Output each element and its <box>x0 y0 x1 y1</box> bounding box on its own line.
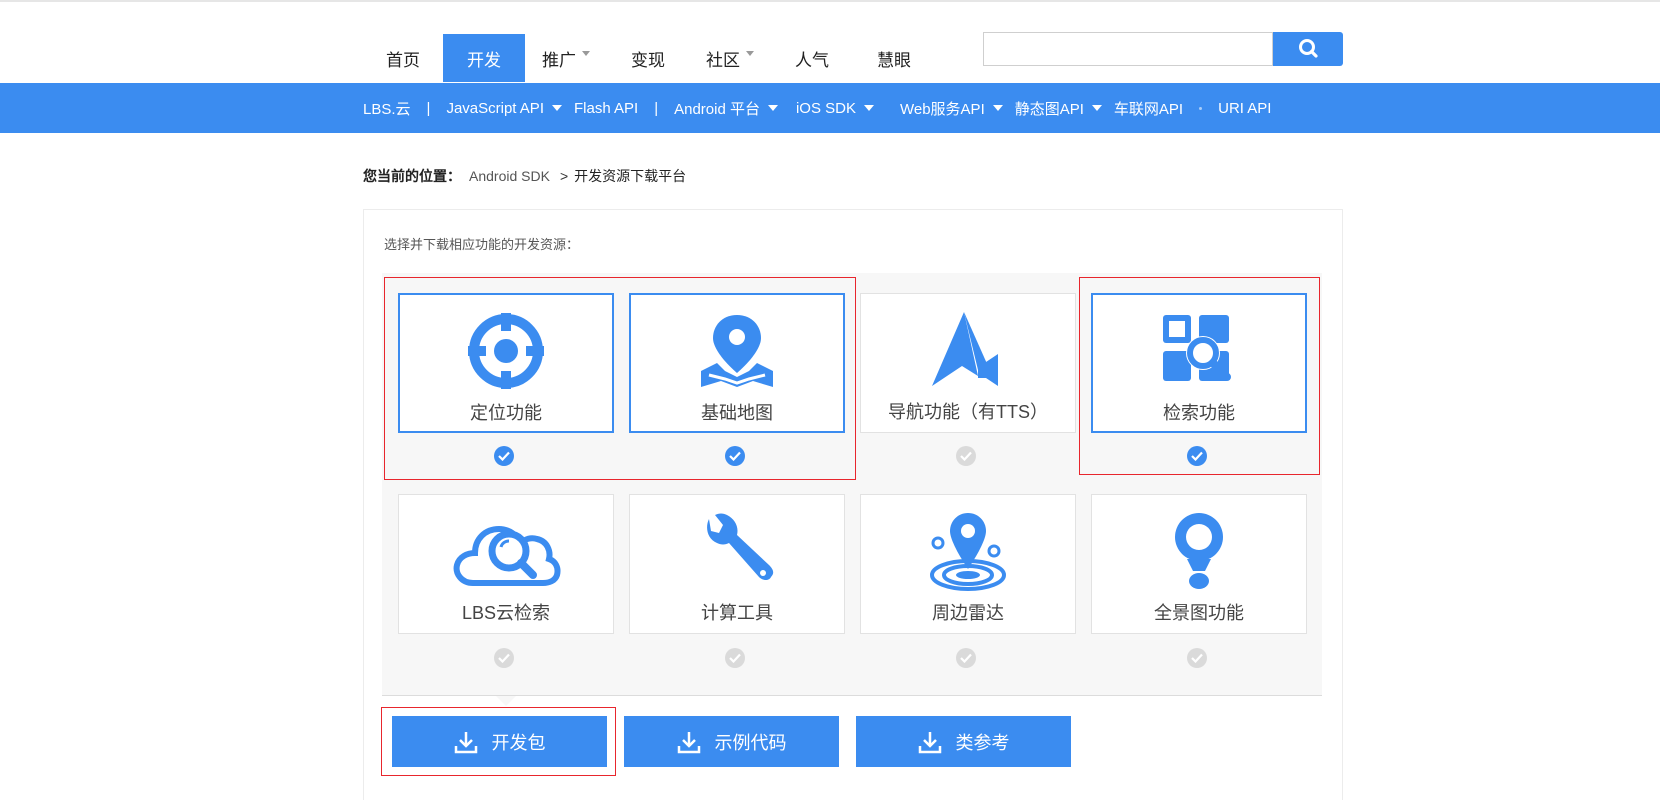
check-icon <box>960 451 972 461</box>
download-icon <box>677 731 700 753</box>
nav-item-insight[interactable]: 慧眼 <box>853 34 935 82</box>
breadcrumb-label: 您当前的位置： <box>363 168 461 184</box>
chevron-down-icon <box>746 50 754 56</box>
search-grid-icon <box>1163 315 1231 381</box>
nav-item-monetize[interactable]: 变现 <box>607 34 689 82</box>
feature-label: 定位功能 <box>470 403 542 423</box>
nav-item-develop[interactable]: 开发 <box>443 34 525 82</box>
chevron-down-icon <box>551 105 562 111</box>
subnav-separator: | <box>654 99 659 117</box>
navigation-arrow-icon <box>932 312 998 386</box>
map-pin-icon <box>701 315 773 387</box>
check-icon <box>960 653 972 663</box>
feature-card-lbs-cloud-search[interactable]: LBS云检索 <box>398 494 614 634</box>
chevron-down-icon <box>863 105 874 111</box>
feature-label: 基础地图 <box>701 403 773 423</box>
feature-card-panorama[interactable]: 全景图功能 <box>1091 494 1307 634</box>
download-class-reference-label: 类参考 <box>955 732 1010 753</box>
feature-card-search[interactable]: 检索功能 <box>1091 293 1307 433</box>
sub-nav-bar: LBS.云 | JavaScript API Flash API | Andro… <box>0 83 1660 133</box>
chevron-down-icon <box>582 50 590 56</box>
feature-card-navigation[interactable]: 导航功能（有TTS） <box>860 293 1076 433</box>
download-icon <box>918 731 941 753</box>
nav-item-popularity[interactable]: 人气 <box>771 34 853 82</box>
download-sdk-button[interactable]: 开发包 <box>392 716 607 767</box>
feature-check-calc-tools[interactable] <box>725 648 745 668</box>
download-sample-code-button[interactable]: 示例代码 <box>624 716 839 767</box>
feature-check-location[interactable] <box>494 446 514 466</box>
top-border <box>0 0 1660 2</box>
check-icon <box>729 451 741 461</box>
subnav-item-android[interactable]: Android 平台 <box>674 98 778 119</box>
feature-card-nearby-radar[interactable]: 周边雷达 <box>860 494 1076 634</box>
panorama-pin-icon <box>1175 513 1223 589</box>
location-target-icon <box>468 313 544 389</box>
breadcrumb-separator: > <box>559 168 569 184</box>
radar-pin-icon <box>930 513 1006 591</box>
feature-check-base-map[interactable] <box>725 446 745 466</box>
subnav-item-telematics-api[interactable]: 车联网API <box>1114 98 1183 119</box>
download-sdk-label: 开发包 <box>491 732 546 753</box>
nav-item-promote[interactable]: 推广 <box>525 34 607 82</box>
subnav-item-lbs-cloud[interactable]: LBS.云 <box>363 98 411 119</box>
search-button[interactable] <box>1273 32 1343 66</box>
download-class-reference-button[interactable]: 类参考 <box>856 716 1071 767</box>
chevron-down-icon <box>992 105 1003 111</box>
chevron-down-icon <box>767 105 778 111</box>
nav-item-community[interactable]: 社区 <box>689 34 771 82</box>
check-icon <box>1191 653 1203 663</box>
subnav-separator: | <box>426 99 431 117</box>
check-icon <box>729 653 741 663</box>
feature-check-panorama[interactable] <box>1187 648 1207 668</box>
feature-check-search[interactable] <box>1187 446 1207 466</box>
feature-label: 导航功能（有TTS） <box>888 402 1048 422</box>
feature-label: 周边雷达 <box>932 603 1004 623</box>
nav-item-home[interactable]: 首页 <box>363 34 443 82</box>
subnav-dot <box>1199 106 1203 110</box>
feature-card-location[interactable]: 定位功能 <box>398 293 614 433</box>
subnav-item-javascript-api[interactable]: JavaScript API <box>446 100 562 117</box>
download-sample-code-label: 示例代码 <box>714 732 787 753</box>
feature-label: 检索功能 <box>1163 403 1235 423</box>
feature-label: 计算工具 <box>701 603 773 623</box>
feature-label: LBS云检索 <box>461 603 551 623</box>
feature-label: 全景图功能 <box>1154 603 1244 623</box>
search-icon <box>1299 39 1318 58</box>
main-nav: 首页 开发 推广 变现 社区 人气 慧眼 <box>363 34 935 82</box>
breadcrumb-current: 开发资源下载平台 <box>574 168 687 184</box>
feature-check-nearby-radar[interactable] <box>956 648 976 668</box>
subnav-item-uri-api[interactable]: URI API <box>1218 100 1271 117</box>
feature-card-calc-tools[interactable]: 计算工具 <box>629 494 845 634</box>
check-icon <box>1191 451 1203 461</box>
download-icon <box>454 731 477 753</box>
search-input[interactable] <box>983 32 1273 66</box>
grid-pointer <box>496 696 516 706</box>
check-icon <box>498 451 510 461</box>
subnav-item-web-api[interactable]: Web服务API <box>900 98 1003 119</box>
breadcrumb-link-android-sdk[interactable]: Android SDK <box>469 168 550 184</box>
subnav-item-static-map-api[interactable]: 静态图API <box>1015 98 1102 119</box>
subnav-item-ios-sdk[interactable]: iOS SDK <box>796 100 874 117</box>
check-icon <box>498 653 510 663</box>
subnav-item-flash-api[interactable]: Flash API <box>574 100 638 117</box>
cloud-search-icon <box>453 525 561 586</box>
chevron-down-icon <box>1091 105 1102 111</box>
panel-title: 选择并下载相应功能的开发资源： <box>384 237 580 252</box>
feature-card-base-map[interactable]: 基础地图 <box>629 293 845 433</box>
feature-check-navigation[interactable] <box>956 446 976 466</box>
feature-check-lbs-cloud-search[interactable] <box>494 648 514 668</box>
breadcrumb: 您当前的位置： Android SDK > 开发资源下载平台 <box>363 166 686 186</box>
wrench-icon <box>707 513 774 580</box>
